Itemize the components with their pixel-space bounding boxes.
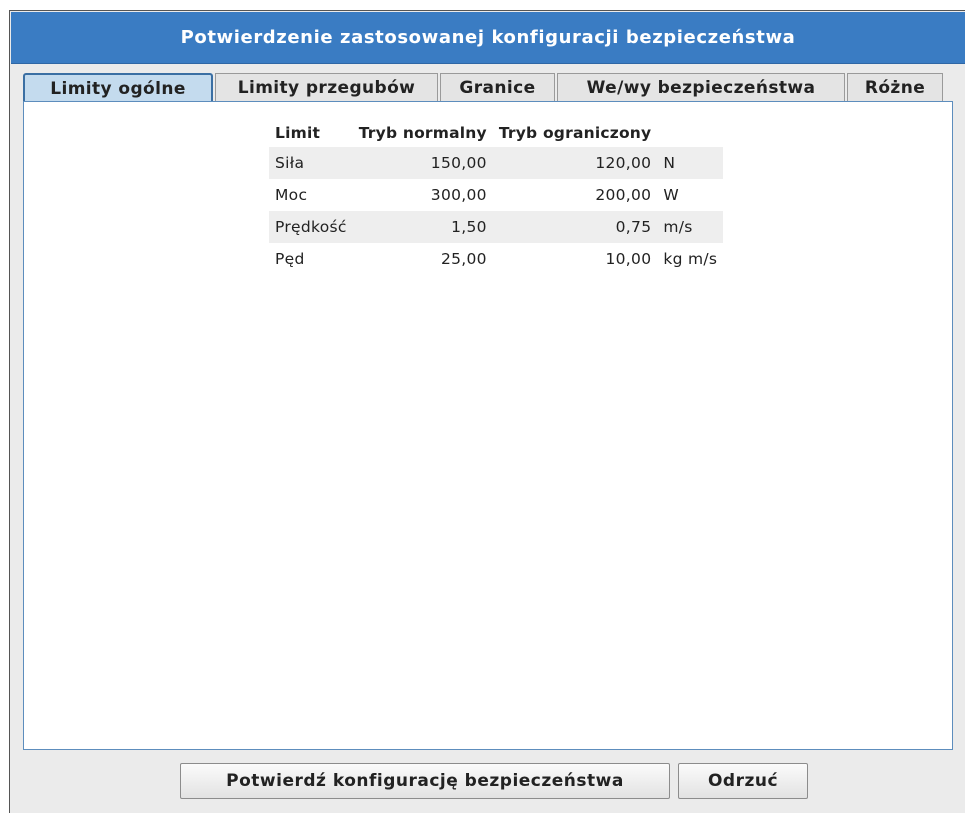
limit-name: Siła bbox=[269, 147, 353, 179]
unit: N bbox=[657, 147, 724, 179]
table-row: Prędkość 1,50 0,75 m/s bbox=[269, 211, 724, 243]
header-limit: Limit bbox=[275, 124, 321, 142]
normal-value: 150,00 bbox=[352, 147, 493, 179]
normal-value: 25,00 bbox=[440, 250, 487, 268]
reject-button[interactable]: Odrzuć bbox=[678, 763, 808, 799]
header-reduced-mode: Tryb ograniczony bbox=[498, 124, 652, 142]
unit: kg m/s bbox=[663, 250, 718, 268]
tab-boundaries[interactable]: Granice bbox=[440, 73, 555, 101]
tab-content-panel: Limit Tryb normalny Tryb ograniczony Sił… bbox=[23, 101, 953, 750]
limits-table: Limit Tryb normalny Tryb ograniczony Sił… bbox=[269, 119, 724, 275]
dialog-footer: Potwierdź konfigurację bezpieczeństwa Od… bbox=[10, 760, 965, 800]
reduced-value: 120,00 bbox=[492, 147, 658, 179]
table-row: Moc 300,00 200,00 W bbox=[269, 179, 723, 211]
dialog-title: Potwierdzenie zastosowanej konfiguracji … bbox=[11, 12, 965, 64]
unit: m/s bbox=[657, 211, 724, 243]
table-row: Siła 150,00 120,00 N bbox=[269, 147, 724, 179]
table-row: Pęd 25,00 10,00 kg m/s bbox=[269, 243, 723, 275]
unit: W bbox=[663, 186, 679, 204]
tab-general-limits[interactable]: Limity ogólne bbox=[23, 73, 213, 102]
tab-safety-io[interactable]: We/wy bezpieczeństwa bbox=[557, 73, 845, 101]
safety-config-dialog: Potwierdzenie zastosowanej konfiguracji … bbox=[9, 10, 965, 813]
limit-name: Prędkość bbox=[269, 211, 353, 243]
header-normal-mode: Tryb normalny bbox=[358, 124, 487, 142]
confirm-safety-config-button[interactable]: Potwierdź konfigurację bezpieczeństwa bbox=[180, 763, 670, 799]
reduced-value: 200,00 bbox=[595, 186, 652, 204]
tab-misc[interactable]: Różne bbox=[847, 73, 943, 101]
tab-joint-limits[interactable]: Limity przegubów bbox=[215, 73, 438, 101]
table-header-row: Limit Tryb normalny Tryb ograniczony bbox=[269, 119, 723, 147]
limit-name: Pęd bbox=[275, 250, 305, 268]
tab-bar: Limity ogólne Limity przegubów Granice W… bbox=[23, 73, 953, 102]
normal-value: 300,00 bbox=[430, 186, 487, 204]
reduced-value: 10,00 bbox=[605, 250, 652, 268]
limit-name: Moc bbox=[275, 186, 308, 204]
header-unit bbox=[657, 119, 723, 147]
reduced-value: 0,75 bbox=[492, 211, 658, 243]
normal-value: 1,50 bbox=[352, 211, 493, 243]
